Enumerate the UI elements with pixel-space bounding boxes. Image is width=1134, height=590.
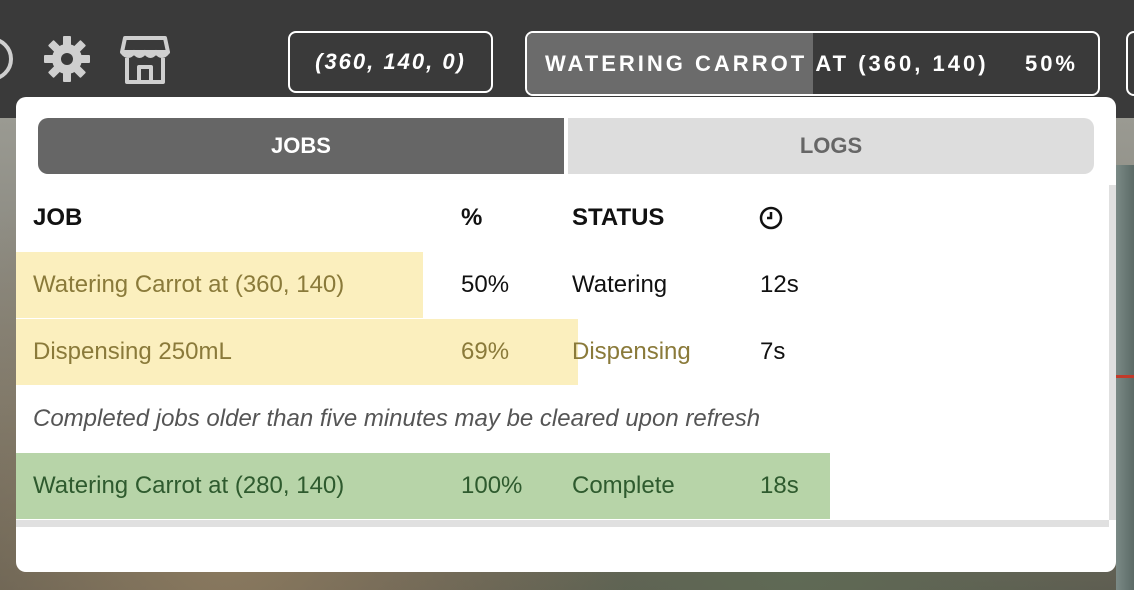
job-status: Dispensing: [572, 338, 691, 365]
photo-marker-line: [1116, 375, 1134, 378]
job-name: Watering Carrot at (280, 140): [33, 472, 345, 499]
current-job-percent: 50%: [1024, 51, 1078, 76]
cleanup-note: Completed jobs older than five minutes m…: [33, 405, 761, 432]
table-header: JOB % STATUS: [16, 185, 1109, 251]
job-percent: 69%: [461, 338, 510, 365]
jobs-table[interactable]: JOB % STATUS Watering Carrot at (360, 14…: [16, 185, 1109, 520]
job-name: Watering Carrot at (360, 140): [33, 271, 345, 298]
job-percent: 100%: [461, 472, 523, 499]
vertical-scrollbar[interactable]: [1109, 185, 1116, 520]
horizontal-scrollbar[interactable]: [16, 520, 1109, 527]
power-icon[interactable]: [0, 32, 18, 86]
tab-logs[interactable]: LOGS: [568, 118, 1094, 174]
table-row[interactable]: Dispensing 250mL 69% Dispensing 7s: [16, 319, 1109, 385]
gear-icon[interactable]: [40, 32, 94, 86]
column-header-job[interactable]: JOB: [33, 185, 82, 251]
panel-tabs: JOBS LOGS: [38, 118, 1094, 174]
column-header-percent[interactable]: %: [461, 185, 482, 251]
job-status: Watering: [572, 271, 668, 298]
table-row[interactable]: Watering Carrot at (280, 140) 100% Compl…: [16, 453, 1109, 519]
job-time: 18s: [760, 472, 799, 499]
navbar-next-button[interactable]: [1126, 31, 1134, 96]
job-time: 7s: [760, 338, 786, 365]
job-status: Complete: [572, 472, 675, 499]
jobs-panel: JOBS LOGS JOB % STATUS Watering Carrot a…: [16, 97, 1116, 572]
tab-jobs[interactable]: JOBS: [38, 118, 564, 174]
coordinates-display[interactable]: (360, 140, 0): [288, 31, 493, 93]
shop-icon[interactable]: [118, 32, 172, 86]
clock-icon[interactable]: [759, 206, 783, 230]
column-header-status[interactable]: STATUS: [572, 185, 664, 251]
table-row[interactable]: Watering Carrot at (360, 140) 50% Wateri…: [16, 252, 1109, 318]
job-percent: 50%: [461, 271, 510, 298]
current-job-progress[interactable]: WATERING CARROT AT (360, 140) 50%: [525, 31, 1100, 96]
job-name: Dispensing 250mL: [33, 338, 232, 365]
current-job-label: WATERING CARROT AT (360, 140): [545, 51, 989, 76]
job-time: 12s: [760, 271, 799, 298]
